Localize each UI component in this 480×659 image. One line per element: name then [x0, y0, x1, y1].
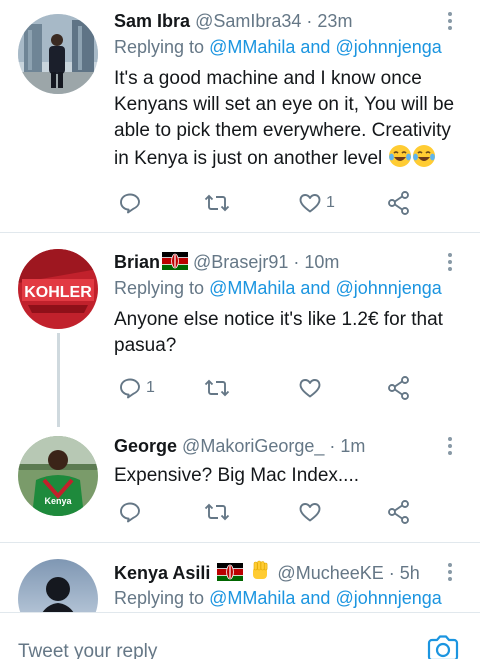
tweet-header: Kenya Asili @MucheeKE · 5h [114, 559, 460, 585]
mention-link[interactable]: @MMahila [209, 588, 295, 608]
reply-input[interactable]: Tweet your reply [18, 641, 157, 659]
heart-icon [299, 379, 321, 398]
display-name[interactable]: Brian [114, 252, 160, 272]
retweet-button[interactable] [204, 188, 234, 218]
avatar[interactable] [18, 14, 98, 94]
display-name[interactable]: George [114, 436, 177, 456]
user-handle[interactable]: @Brasejr91 [193, 252, 288, 272]
tweet-brian[interactable]: KOHLER Brian @Brasejr91 · 10m Replying t… [0, 233, 480, 428]
retweet-button[interactable] [204, 497, 234, 527]
separator-dot: · [293, 252, 300, 272]
tweet-actions [114, 497, 424, 527]
tweet-text: Anyone else notice it's like 1.2€ for th… [114, 309, 443, 356]
mention-link[interactable]: @johnnjenga [335, 278, 441, 298]
reply-button[interactable] [118, 188, 146, 218]
separator-dot: · [388, 563, 395, 583]
tweet-text: Expensive? Big Mac Index.... [114, 465, 360, 486]
display-name[interactable]: Sam Ibra [114, 11, 190, 31]
like-button[interactable] [298, 497, 326, 527]
heart-icon [299, 194, 321, 213]
more-options-icon[interactable] [440, 249, 460, 275]
timestamp[interactable]: 5h [400, 563, 420, 583]
tweet-header: Brian @Brasejr91 · 10m [114, 249, 460, 275]
more-options-icon[interactable] [440, 559, 460, 585]
reply-button[interactable] [118, 497, 146, 527]
more-options-icon[interactable] [440, 433, 460, 459]
separator-dot: · [329, 436, 336, 456]
tweet-text: It's a good machine and I know once Keny… [114, 66, 460, 176]
mention-link[interactable]: @MMahila [209, 37, 295, 57]
timestamp[interactable]: 23m [317, 11, 352, 31]
mention-link[interactable]: @MMahila [209, 278, 295, 298]
camera-icon[interactable] [426, 635, 460, 659]
laughing-tears-emoji-icon [412, 144, 436, 176]
reply-icon [120, 502, 140, 523]
tweet-sam-ibra[interactable]: Sam Ibra @SamIbra34 · 23m Replying to @M… [0, 0, 480, 232]
share-icon [388, 191, 409, 215]
avatar-jersey-text: KOHLER [24, 284, 92, 301]
like-button[interactable] [298, 373, 326, 403]
share-icon [388, 376, 409, 400]
avatar[interactable] [18, 559, 98, 612]
mention-joiner[interactable]: and [300, 588, 330, 608]
timestamp[interactable]: 1m [340, 436, 365, 456]
reply-composer: Tweet your reply [0, 612, 480, 659]
share-button[interactable] [386, 373, 412, 403]
reply-button[interactable]: 1 [118, 373, 155, 403]
mention-link[interactable]: @johnnjenga [335, 37, 441, 57]
timestamp[interactable]: 10m [304, 252, 339, 272]
user-handle[interactable]: @SamIbra34 [195, 11, 301, 31]
replying-to: Replying to @MMahila and @johnnjenga [114, 34, 460, 60]
thread-line [57, 333, 60, 427]
replying-to: Replying to @MMahila and @johnnjenga [114, 275, 460, 301]
reply-icon [120, 378, 140, 399]
user-handle[interactable]: @MakoriGeorge_ [182, 436, 324, 456]
like-button[interactable]: 1 [298, 188, 335, 218]
replying-prefix: Replying to [114, 37, 205, 57]
retweet-icon [204, 379, 230, 397]
tweet-george[interactable]: Kenya George @MakoriGeorge_ · 1m Expensi… [0, 428, 480, 542]
separator-dot: · [306, 11, 313, 31]
replying-prefix: Replying to [114, 278, 205, 298]
reply-icon [120, 193, 140, 214]
kenya-flag-emoji-icon [162, 251, 189, 277]
display-name[interactable]: Kenya Asili [114, 563, 210, 583]
retweet-icon [204, 503, 230, 521]
tweet-actions: 1 [114, 373, 424, 403]
retweet-icon [204, 194, 230, 212]
tweet-header: Sam Ibra @SamIbra34 · 23m [114, 8, 460, 34]
user-handle[interactable]: @MucheeKE [277, 563, 383, 583]
share-button[interactable] [386, 188, 412, 218]
avatar[interactable]: Kenya [18, 436, 98, 516]
replying-to: Replying to @MMahila and @johnnjenga [114, 585, 460, 611]
more-options-icon[interactable] [440, 8, 460, 34]
reply-feed: Sam Ibra @SamIbra34 · 23m Replying to @M… [0, 0, 480, 612]
reply-count: 1 [146, 379, 155, 396]
tweet-header: George @MakoriGeorge_ · 1m [114, 433, 460, 459]
tweet-actions: 1 [114, 188, 424, 218]
tweet-kenya-asili[interactable]: Kenya Asili @MucheeKE · 5h Replying to @… [0, 543, 480, 612]
mention-link[interactable]: @johnnjenga [335, 588, 441, 608]
mention-joiner[interactable]: and [300, 278, 330, 298]
share-icon [388, 500, 409, 524]
mention-joiner[interactable]: and [300, 37, 330, 57]
share-button[interactable] [386, 497, 412, 527]
replying-prefix: Replying to [114, 588, 205, 608]
heart-icon [299, 503, 321, 522]
retweet-button[interactable] [204, 373, 234, 403]
avatar[interactable]: KOHLER [18, 249, 98, 329]
avatar-jersey-text: Kenya [44, 496, 72, 506]
laughing-tears-emoji-icon [388, 144, 412, 176]
like-count: 1 [326, 194, 335, 211]
